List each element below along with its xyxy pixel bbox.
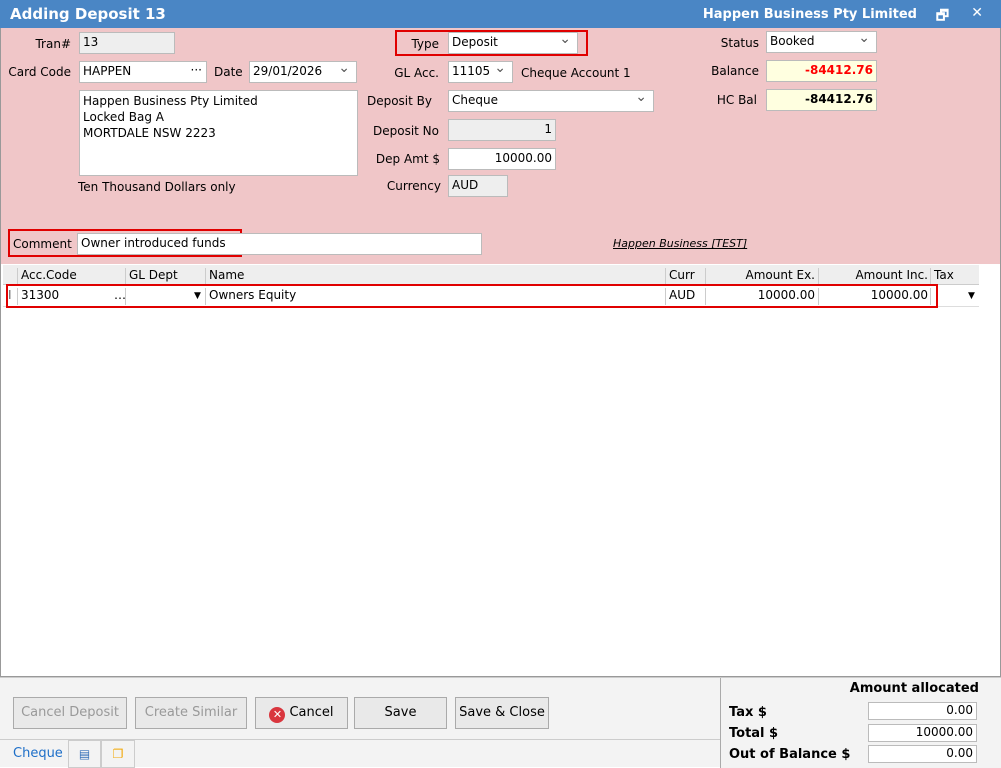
balance-label: Balance [711,64,759,78]
card-code-label[interactable]: Card Code [5,65,71,79]
hc-bal-label: HC Bal [716,93,757,107]
dropdown-icon[interactable]: ▼ [965,291,975,308]
date-field[interactable]: 29/01/2026 [249,61,357,83]
address-line: Happen Business Pty Limited [83,94,258,108]
tran-field: 13 [79,32,175,54]
deposit-by-select[interactable]: Cheque [448,90,654,112]
balance-field: -84412.76 [766,60,877,82]
address-line: Locked Bag A [83,110,164,124]
address-field[interactable]: Happen Business Pty Limited Locked Bag A… [79,90,358,176]
cancel-icon: ✕ [269,707,286,723]
col-name[interactable]: Name [205,268,666,285]
header-form: Tran# 13 Card Code HAPPEN ··· Date 29/01/… [0,28,1001,264]
cancel-deposit-button[interactable]: Cancel Deposit [13,697,127,729]
tax-value: 0.00 [868,702,977,720]
col-amount-inc[interactable]: Amount Inc. [818,268,931,285]
window-title: Adding Deposit 13 [10,5,166,23]
currency-field: AUD [448,175,508,197]
col-amount-ex[interactable]: Amount Ex. [705,268,818,285]
status-label: Status [720,36,759,50]
out-of-balance-label: Out of Balance $ [729,747,851,762]
tran-label: Tran# [35,37,71,51]
document-icon[interactable]: ▤ [68,740,101,768]
amount-in-words: Ten Thousand Dollars only [78,180,236,194]
card-code-field[interactable]: HAPPEN ··· [79,61,207,83]
gl-acc-select[interactable]: 11105 [448,61,513,83]
footer: Cancel Deposit Create Similar ✕ Cancel Sa… [0,677,1001,768]
tab-cheque[interactable]: Cheque [13,746,63,761]
deposit-no-label: Deposit No [372,124,439,138]
title-bar: Adding Deposit 13 Happen Business Pty Li… [0,0,1001,28]
create-similar-button[interactable]: Create Similar [135,697,247,729]
cancel-label: Cancel [289,705,334,720]
row-highlight [6,284,938,308]
currency-label: Currency [386,179,441,193]
save-button[interactable]: Save [354,697,447,729]
col-gl-dept[interactable]: GL Dept [125,268,206,285]
total-value: 10000.00 [868,724,977,742]
cancel-button[interactable]: ✕ Cancel [255,697,348,729]
total-label: Total $ [729,726,779,741]
dep-amt-label: Dep Amt $ [375,152,440,166]
company-name: Happen Business Pty Limited [702,7,917,22]
out-of-balance-value: 0.00 [868,745,977,763]
status-select[interactable]: Booked [766,31,877,53]
card-code-value: HAPPEN [83,64,132,78]
hc-bal-field: -84412.76 [766,89,877,111]
dep-amt-field[interactable]: 10000.00 [448,148,556,170]
close-icon[interactable]: ✕ [971,5,983,21]
col-tax[interactable]: Tax [930,268,979,285]
gl-acc-label: GL Acc. [394,66,439,80]
summary-panel: Amount allocated Tax $ 0.00 Total $ 1000… [720,678,1001,768]
deposit-no-field: 1 [448,119,556,141]
deposit-by-label: Deposit By [366,94,432,108]
date-label: Date [214,65,243,79]
comment-label: Comment [13,237,72,251]
comment-field[interactable]: Owner introduced funds [77,233,482,255]
gl-acc-name: Cheque Account 1 [521,66,631,80]
col-acc-code[interactable]: Acc.Code [17,268,126,285]
restore-icon[interactable]: 🗗 [936,5,949,29]
summary-header: Amount allocated [849,681,979,696]
ellipsis-icon[interactable]: ··· [191,63,202,77]
grid-header: Acc.Code GL Dept Name Curr Amount Ex. Am… [3,265,979,285]
type-select[interactable]: Deposit [448,32,578,54]
col-curr[interactable]: Curr [665,268,706,285]
save-close-button[interactable]: Save & Close [455,697,549,729]
tax-label: Tax $ [729,705,767,720]
grid-border [0,264,1001,677]
company-link[interactable]: Happen Business [TEST] [613,237,747,250]
files-icon[interactable]: ❐ [101,740,135,768]
type-label: Type [411,37,439,51]
address-line: MORTDALE NSW 2223 [83,126,216,140]
